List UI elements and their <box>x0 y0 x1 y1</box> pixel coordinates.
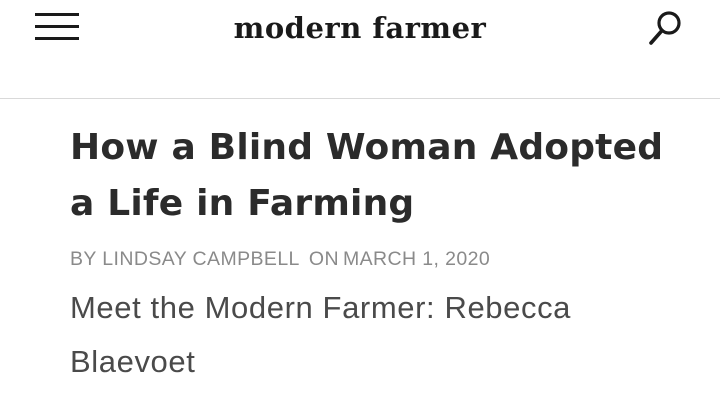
publish-date: MARCH 1, 2020 <box>342 248 491 270</box>
article-dek: Meet the Modern Farmer: Rebecca Blaevoet <box>70 290 572 379</box>
byline-on-label: ON <box>308 248 339 270</box>
search-icon[interactable] <box>645 8 687 50</box>
byline-by-label: BY <box>70 248 97 270</box>
article-title: How a Blind Woman Adopted a Life in Farm… <box>70 127 664 224</box>
article: How a Blind Woman Adopted a Life in Farm… <box>70 120 670 389</box>
site-header: modern farmer <box>0 0 720 99</box>
author-link[interactable]: LINDSAY CAMPBELL <box>102 248 299 270</box>
site-logo[interactable]: modern farmer <box>0 10 720 46</box>
search-icon-graphic <box>649 11 681 45</box>
byline: BY LINDSAY CAMPBELL ON MARCH 1, 2020 <box>70 246 670 272</box>
